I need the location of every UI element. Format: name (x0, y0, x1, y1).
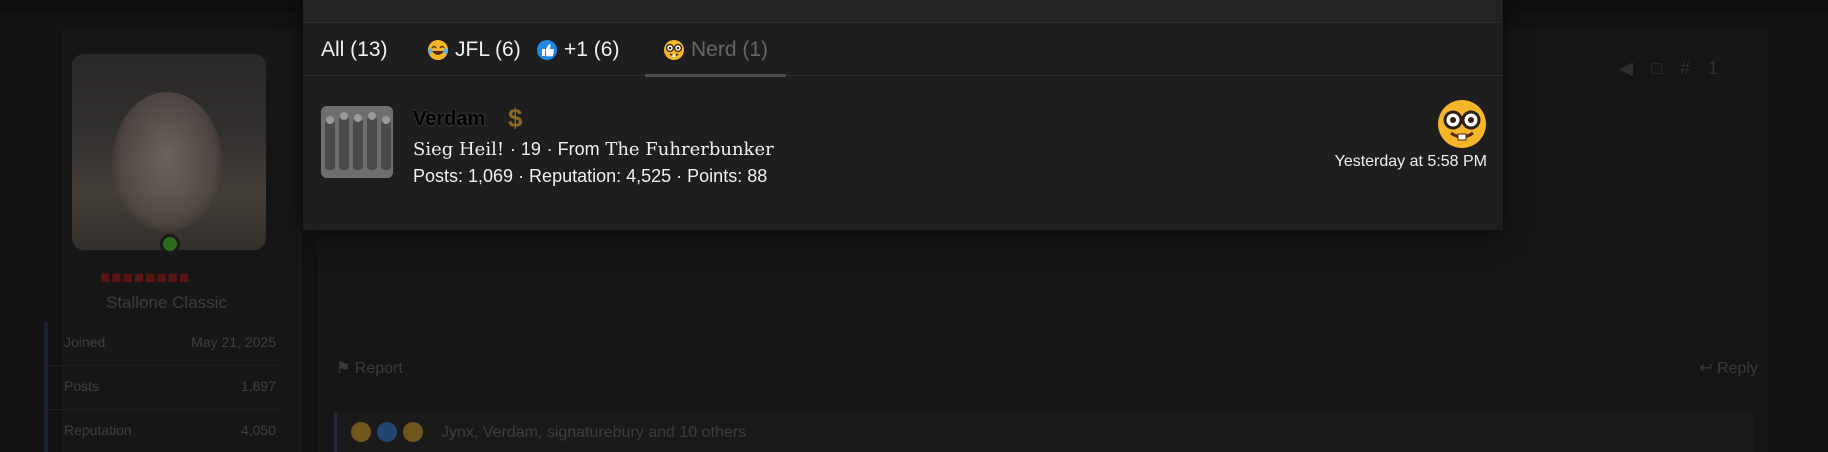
reaction-timestamp[interactable]: Yesterday at 5:58 PM (1335, 153, 1487, 171)
reply-icon: ↩ (1699, 360, 1713, 377)
stat-row-posts: Posts 1,897 (46, 366, 282, 410)
poster-username[interactable]: ■■■■■■■■ (100, 268, 190, 288)
meta-separator: · (546, 139, 558, 159)
tab-all-label: All (13) (321, 37, 388, 61)
thumbs-up-icon (377, 422, 397, 442)
poster-avatar-face (112, 92, 222, 232)
reactor-age: 19 (520, 139, 541, 159)
jfl-laugh-cry-icon (351, 422, 371, 442)
reactions-modal: All (13) JFL (6) +1 (6) Nerd (1) Verdam … (303, 0, 1503, 230)
nerd-face-icon (1438, 100, 1486, 148)
tab-all[interactable]: All (13) (321, 23, 388, 76)
meta-separator: · (509, 139, 521, 159)
flag-icon: ⚑ (336, 360, 351, 377)
reactor-username[interactable]: Verdam (413, 108, 485, 131)
share-icon[interactable]: ◀ (1619, 58, 1651, 78)
post-actions[interactable]: ◀□#1 (1619, 58, 1736, 79)
reactor-meta: Sieg Heil! · 19 · From The Fuhrerbunker (413, 139, 774, 160)
jfl-laugh-cry-icon (428, 39, 448, 60)
stat-key: Reputation (64, 422, 132, 438)
poster-user-title: Stallone Classic (106, 293, 227, 312)
dollar-badge-icon: $ (508, 103, 523, 133)
reactor-avatar[interactable] (321, 106, 393, 178)
reactor-stats: Posts: 1,069 · Reputation: 4,525 · Point… (413, 166, 768, 186)
post-number[interactable]: #1 (1680, 58, 1736, 78)
modal-header (303, 0, 1503, 23)
reactions-bar[interactable]: Jynx, Verdam, signaturebury and 10 other… (334, 412, 1754, 452)
stat-value: 4,050 (240, 422, 276, 438)
stat-key: Posts (64, 378, 100, 394)
reactor-user-title: Sieg Heil! (413, 139, 505, 160)
reactor-location[interactable]: The Fuhrerbunker (605, 139, 773, 160)
tab-jfl[interactable]: JFL (6) (427, 23, 521, 76)
tab-nerd[interactable]: Nerd (1) (645, 23, 787, 77)
report-label: Report (354, 360, 403, 377)
stat-row-joined: Joined May 21, 2025 (46, 322, 282, 366)
reactions-summary[interactable]: Jynx, Verdam, signaturebury and 10 other… (441, 424, 746, 442)
tab-nerd-label: Nerd (1) (691, 37, 769, 61)
reaction-list-item: Verdam $ Sieg Heil! · 19 · From The Fuhr… (303, 77, 1503, 220)
nerd-face-icon (403, 422, 423, 442)
tab-plus-one[interactable]: +1 (6) (536, 23, 619, 76)
thumbs-up-icon (537, 39, 557, 60)
reaction-icons (351, 422, 429, 447)
reactor-location-prefix: From (557, 139, 600, 159)
tab-jfl-label: JFL (6) (455, 37, 521, 61)
reply-label: Reply (1717, 360, 1758, 377)
stat-value: 1,897 (240, 378, 276, 394)
nerd-face-icon (664, 39, 684, 60)
stat-row-reputation: Reputation 4,050 (46, 410, 282, 452)
reply-button[interactable]: ↩ Reply (1699, 358, 1758, 378)
bookmark-icon[interactable]: □ (1651, 58, 1680, 78)
stat-value: May 21, 2025 (191, 334, 276, 350)
tab-plus-one-label: +1 (6) (564, 37, 620, 61)
online-indicator-icon (160, 234, 180, 254)
reaction-tabs: All (13) JFL (6) +1 (6) Nerd (1) (303, 23, 1503, 77)
reactor-avatar-image (321, 106, 393, 178)
report-button[interactable]: ⚑ Report (336, 358, 403, 378)
stat-key: Joined (64, 334, 106, 350)
